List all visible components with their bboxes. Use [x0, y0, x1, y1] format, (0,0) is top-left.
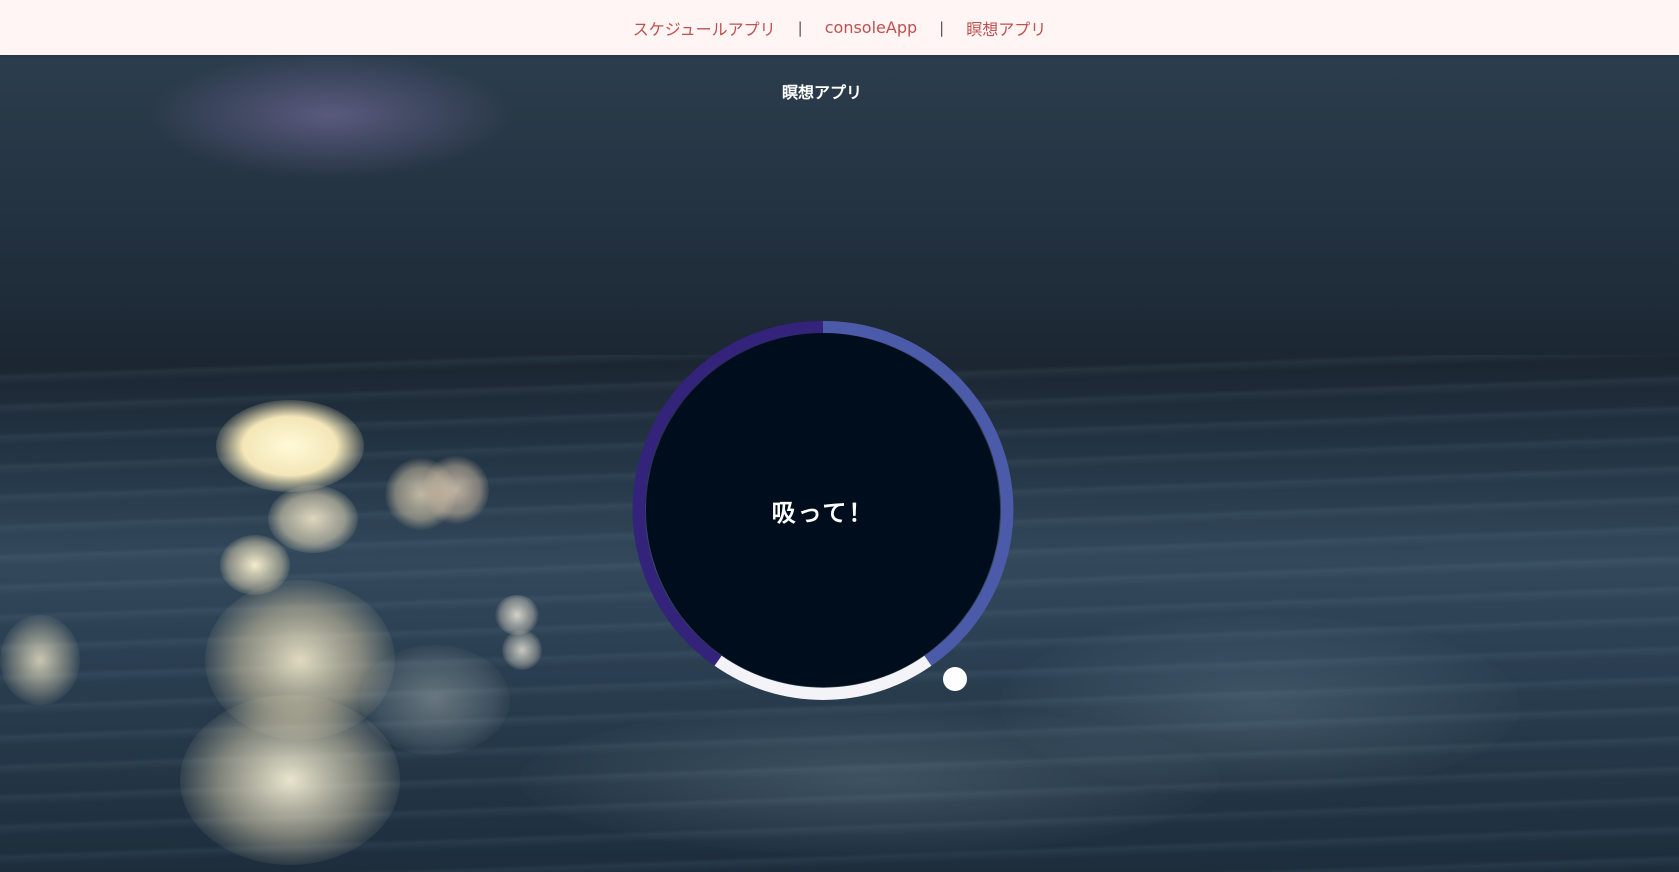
breathing-timer: 吸って！ — [631, 318, 1015, 702]
breath-instruction: 吸って！ — [771, 498, 875, 527]
nav-separator: | — [797, 18, 803, 37]
nav-separator: | — [939, 18, 945, 37]
nav-link-meditation-app[interactable]: 瞑想アプリ — [966, 16, 1046, 40]
nav-link-console-app[interactable]: consoleApp — [825, 18, 917, 37]
nav-link-schedule-app[interactable]: スケジュールアプリ — [633, 16, 776, 40]
page-title: 瞑想アプリ — [781, 83, 862, 102]
top-navigation: スケジュールアプリ | consoleApp | 瞑想アプリ — [0, 0, 1679, 55]
